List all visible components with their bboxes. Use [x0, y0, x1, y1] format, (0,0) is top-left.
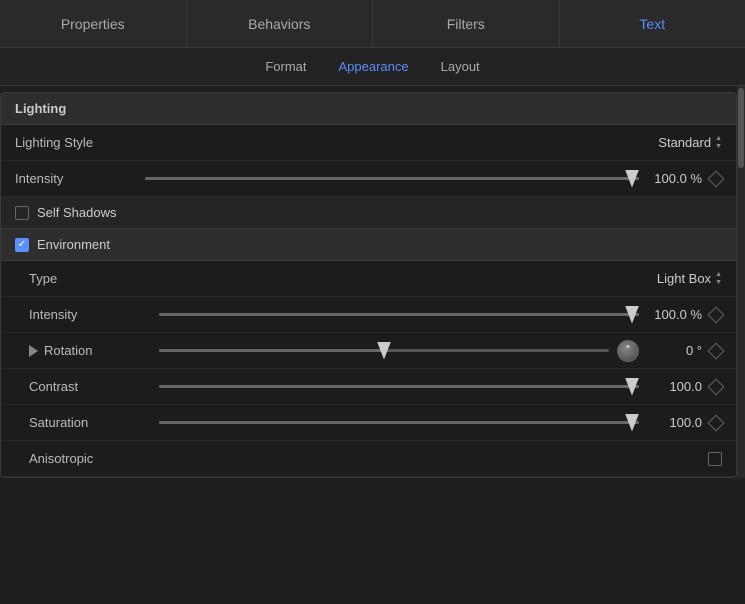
- rotation-label: Rotation: [44, 343, 92, 358]
- lighting-intensity-slider[interactable]: [145, 177, 639, 180]
- contrast-track: [159, 385, 639, 388]
- environment-header-row: Environment: [1, 229, 736, 261]
- scrollbar-thumb[interactable]: [738, 88, 744, 168]
- environment-intensity-label: Intensity: [29, 307, 159, 322]
- saturation-label: Saturation: [29, 415, 159, 430]
- contrast-slider[interactable]: [159, 385, 639, 388]
- lighting-style-label: Lighting Style: [15, 135, 145, 150]
- lighting-style-control: Standard: [145, 135, 722, 150]
- anisotropic-row: Anisotropic: [1, 441, 736, 477]
- rotation-value: 0 °: [647, 343, 702, 358]
- anisotropic-checkbox[interactable]: [708, 452, 722, 466]
- anisotropic-control: [159, 452, 722, 466]
- lighting-style-select[interactable]: Standard: [658, 135, 722, 150]
- saturation-slider[interactable]: [159, 421, 639, 424]
- tab-text[interactable]: Text: [560, 0, 745, 47]
- environment-label: Environment: [37, 237, 110, 252]
- tab-properties[interactable]: Properties: [0, 0, 187, 47]
- subtab-appearance[interactable]: Appearance: [339, 59, 409, 74]
- lighting-intensity-row: Intensity 100.0 %: [1, 161, 736, 197]
- rotation-control: 0 °: [159, 340, 722, 362]
- rotation-keyframe[interactable]: [708, 342, 725, 359]
- environment-intensity-slider[interactable]: [159, 313, 639, 316]
- tab-filters[interactable]: Filters: [373, 0, 560, 47]
- lighting-style-chevron: [715, 135, 722, 150]
- environment-type-select[interactable]: Light Box: [657, 271, 722, 286]
- contrast-fill: [159, 385, 639, 388]
- lighting-intensity-track: [145, 177, 639, 180]
- rotation-slider[interactable]: [159, 349, 609, 352]
- saturation-control: 100.0: [159, 415, 722, 430]
- rotation-track: [159, 349, 609, 352]
- lighting-intensity-keyframe[interactable]: [708, 170, 725, 187]
- anisotropic-label: Anisotropic: [29, 451, 159, 466]
- subtab-layout[interactable]: Layout: [441, 59, 480, 74]
- lighting-intensity-control: 100.0 %: [145, 171, 722, 186]
- rotation-expand-icon[interactable]: [29, 345, 38, 357]
- self-shadows-label: Self Shadows: [37, 205, 117, 220]
- subtab-format[interactable]: Format: [265, 59, 306, 74]
- environment-intensity-fill: [159, 313, 639, 316]
- saturation-keyframe[interactable]: [708, 414, 725, 431]
- main-content: Lighting Lighting Style Standard Intensi…: [0, 86, 745, 478]
- contrast-row: Contrast 100.0: [1, 369, 736, 405]
- environment-intensity-value: 100.0 %: [647, 307, 702, 322]
- environment-intensity-row: Intensity 100.0 %: [1, 297, 736, 333]
- environment-intensity-track: [159, 313, 639, 316]
- self-shadows-checkbox[interactable]: [15, 206, 29, 220]
- lighting-intensity-label: Intensity: [15, 171, 145, 186]
- sub-tab-bar: Format Appearance Layout: [0, 48, 745, 86]
- contrast-value: 100.0: [647, 379, 702, 394]
- scrollbar[interactable]: [737, 86, 745, 478]
- contrast-control: 100.0: [159, 379, 722, 394]
- environment-type-row: Type Light Box: [1, 261, 736, 297]
- environment-type-label: Type: [29, 271, 159, 286]
- rotation-row: Rotation 0 °: [1, 333, 736, 369]
- lighting-intensity-value: 100.0 %: [647, 171, 702, 186]
- lighting-section-header: Lighting: [1, 93, 736, 125]
- lighting-style-row: Lighting Style Standard: [1, 125, 736, 161]
- contrast-keyframe[interactable]: [708, 378, 725, 395]
- saturation-fill: [159, 421, 639, 424]
- rotation-knob[interactable]: [617, 340, 639, 362]
- top-tab-bar: Properties Behaviors Filters Text: [0, 0, 745, 48]
- properties-panel: Lighting Lighting Style Standard Intensi…: [0, 92, 737, 478]
- saturation-track: [159, 421, 639, 424]
- contrast-label: Contrast: [29, 379, 159, 394]
- environment-checkbox[interactable]: [15, 238, 29, 252]
- environment-intensity-control: 100.0 %: [159, 307, 722, 322]
- environment-type-chevron: [715, 271, 722, 286]
- environment-type-control: Light Box: [159, 271, 722, 286]
- saturation-value: 100.0: [647, 415, 702, 430]
- self-shadows-row: Self Shadows: [1, 197, 736, 229]
- rotation-fill: [159, 349, 384, 352]
- saturation-row: Saturation 100.0: [1, 405, 736, 441]
- lighting-intensity-fill: [145, 177, 639, 180]
- tab-behaviors[interactable]: Behaviors: [187, 0, 374, 47]
- environment-intensity-keyframe[interactable]: [708, 306, 725, 323]
